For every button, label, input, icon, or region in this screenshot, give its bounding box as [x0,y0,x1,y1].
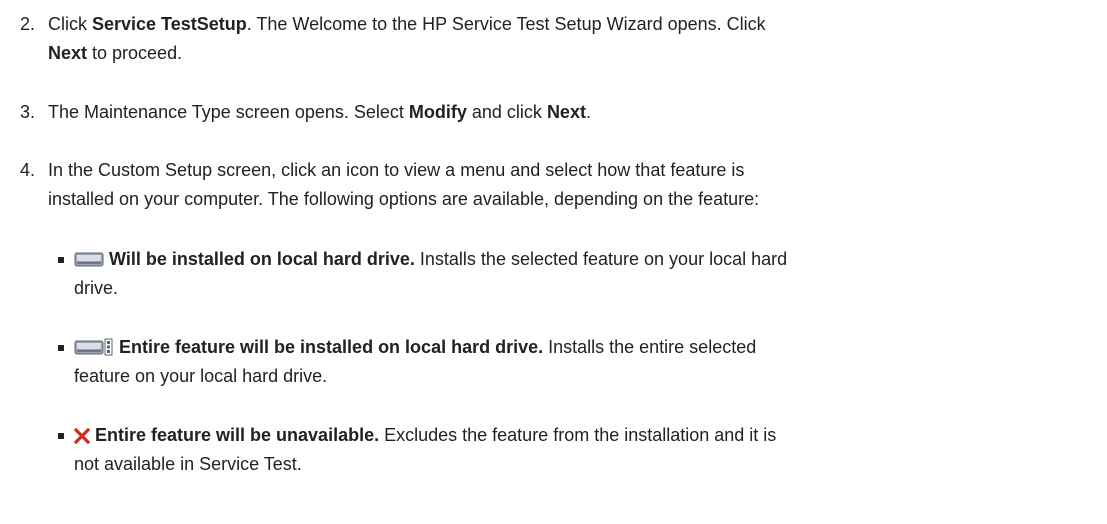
option-description: Installs the selected feature on your lo… [414,249,788,269]
option-description: drive. [74,278,119,298]
step-text: . The Welcome to the HP Service Test Set… [246,14,766,34]
option-description: Installs the entire selected [543,337,757,357]
bullet-marker [56,421,74,479]
bold-text: Entire feature will be installed on loca… [119,337,544,357]
step-2: 2. Click Service TestSetup. The Welcome … [20,10,1100,68]
step-4: 4. In the Custom Setup screen, click an … [20,156,1100,214]
red-x-icon [74,428,90,444]
document-page: 2. Click Service TestSetup. The Welcome … [0,0,1107,524]
bold-text: Will be installed on local hard drive. [109,249,415,269]
bold-text: Next [546,102,586,122]
step-text: to proceed. [87,43,183,63]
option-entire-feature-unavailable: Entire feature will be unavailable. Excl… [56,421,1096,479]
step-text: . [585,102,591,122]
bold-text: Next [48,43,88,63]
step-text: Click [48,14,92,34]
step-text: installed on your computer. The followin… [48,189,760,209]
step-number: 4. [20,160,36,180]
step-text: In the Custom Setup screen, click an ico… [48,160,745,180]
bullet-marker [56,245,74,303]
step-number: 2. [20,14,36,34]
step-text: and click [466,102,547,122]
bold-text: Modify [408,102,467,122]
bold-text: Service TestSetup [92,14,247,34]
bullet-marker [56,333,74,391]
hard-drive-entire-icon [74,338,114,356]
step-text: The Maintenance Type screen opens. Selec… [48,102,409,122]
option-will-be-installed: Will be installed on local hard drive. I… [56,245,1096,303]
hard-drive-icon [74,250,104,268]
step-number: 3. [20,102,36,122]
option-description: Excludes the feature from the installati… [379,425,777,445]
step-3: 3. The Maintenance Type screen opens. Se… [20,98,1100,127]
option-description: feature on your local hard drive. [74,366,328,386]
option-description: not available in Service Test. [74,454,302,474]
bold-text: Entire feature will be unavailable. [95,425,380,445]
option-entire-feature-installed: Entire feature will be installed on loca… [56,333,1096,391]
